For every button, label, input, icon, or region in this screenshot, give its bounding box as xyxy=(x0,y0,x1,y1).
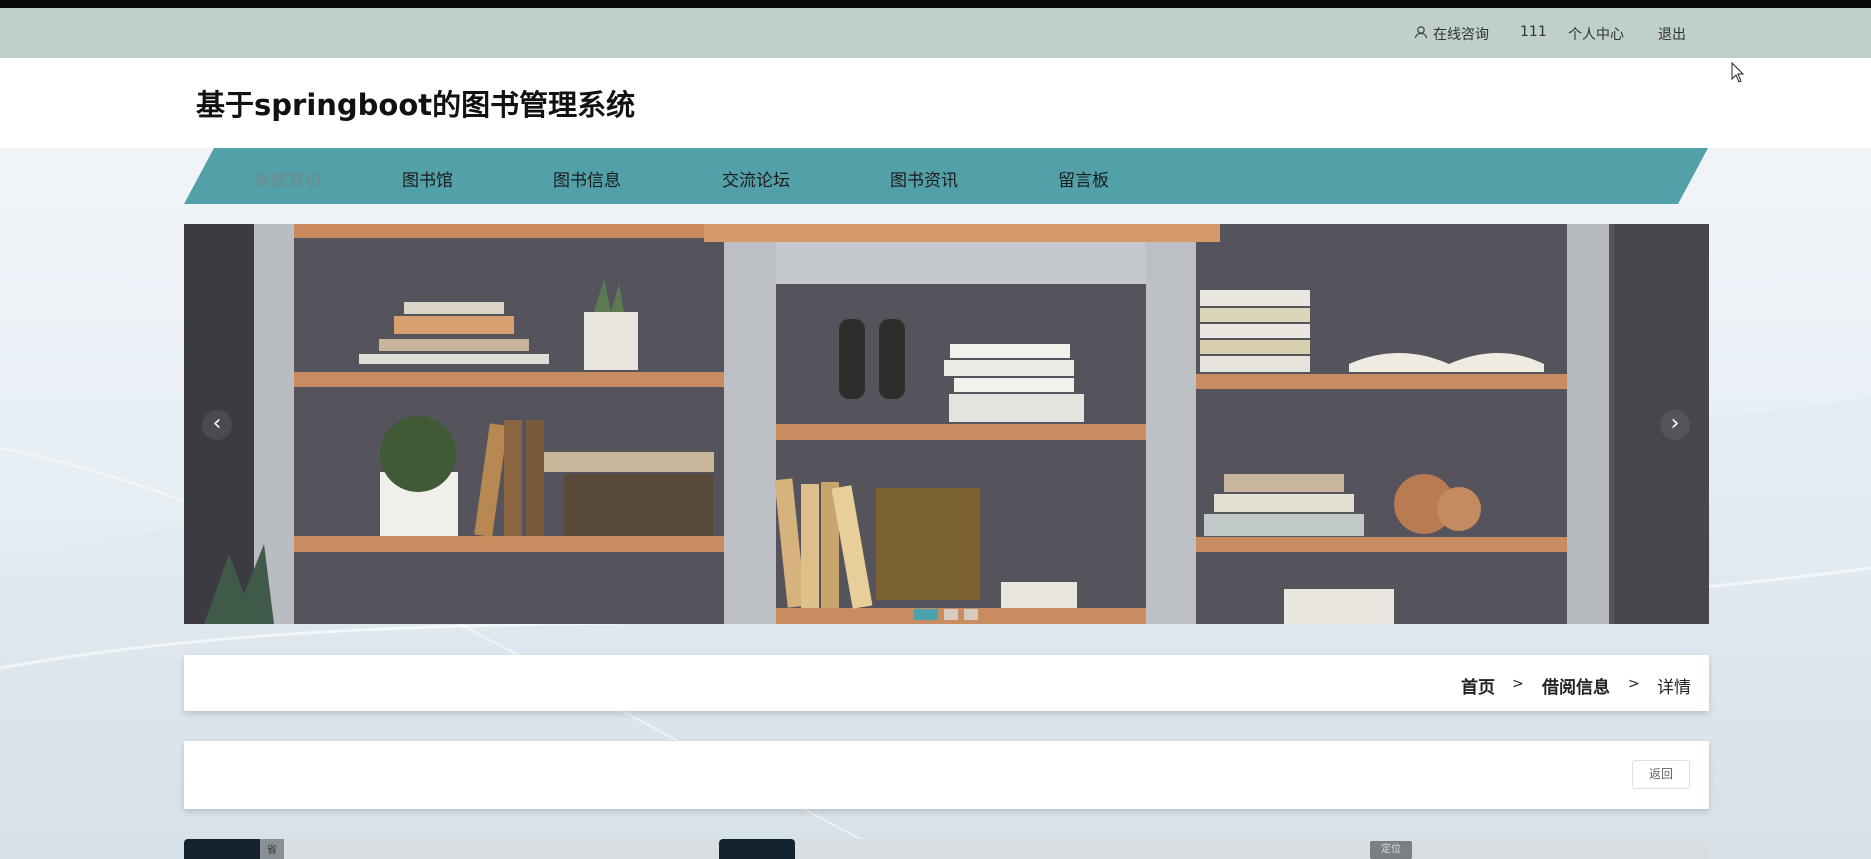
thumbnail-image xyxy=(719,839,795,859)
breadcrumb-separator: > xyxy=(1512,676,1524,692)
carousel-prev-button[interactable]: ‹ xyxy=(202,410,232,440)
breadcrumb-borrow-info[interactable]: 借阅信息 xyxy=(1542,673,1610,698)
breadcrumb: 首页 > 借阅信息 > 详情 xyxy=(184,655,1709,711)
banner-carousel[interactable]: ‹ › xyxy=(184,224,1709,624)
logout-link[interactable]: 退出 xyxy=(1658,24,1686,44)
detail-panel: 返回 xyxy=(184,741,1709,809)
nav-item-message-board[interactable]: 留言板 xyxy=(1058,166,1109,191)
nav-item-forum[interactable]: 交流论坛 xyxy=(722,166,790,191)
bookshelf-image xyxy=(184,224,1709,624)
back-button[interactable]: 返回 xyxy=(1632,760,1690,789)
thumbnail-char: 省 xyxy=(267,845,277,856)
profile-link[interactable]: 个人中心 xyxy=(1568,24,1624,44)
top-bar: 在线咨询 111 个人中心 退出 xyxy=(0,8,1871,58)
carousel-dot-2[interactable] xyxy=(944,609,958,620)
nav-item-book-news[interactable]: 图书资讯 xyxy=(890,166,958,191)
nav-item-library[interactable]: 图书馆 xyxy=(402,166,453,191)
carousel-dot-3[interactable] xyxy=(964,609,978,620)
nav-item-home[interactable]: 系统首页 xyxy=(254,166,322,191)
main-nav: 系统首页 图书馆 图书信息 交流论坛 图书资讯 留言板 xyxy=(184,148,1708,204)
thumbnail-label-area: 省 xyxy=(260,839,284,859)
breadcrumb-separator: > xyxy=(1628,676,1640,692)
carousel-dot-1[interactable] xyxy=(914,609,938,620)
locate-tag[interactable]: 定位 xyxy=(1370,841,1412,859)
breadcrumb-home[interactable]: 首页 xyxy=(1461,673,1495,698)
thumbnail-image xyxy=(184,839,260,859)
site-title: 基于springboot的图书管理系统 xyxy=(196,88,636,122)
online-consult-link[interactable]: 在线咨询 xyxy=(1433,24,1489,44)
site-header: 基于springboot的图书管理系统 xyxy=(0,58,1871,148)
mouse-cursor-icon xyxy=(1731,62,1745,83)
breadcrumb-current: 详情 xyxy=(1657,678,1691,698)
detail-content-preview: 省 定位 xyxy=(184,839,1709,859)
nav-item-book-info[interactable]: 图书信息 xyxy=(553,166,621,191)
username-label: 111 xyxy=(1520,24,1547,40)
window-top-edge xyxy=(0,0,1871,8)
carousel-next-button[interactable]: › xyxy=(1660,410,1690,440)
user-service-icon xyxy=(1414,26,1428,39)
